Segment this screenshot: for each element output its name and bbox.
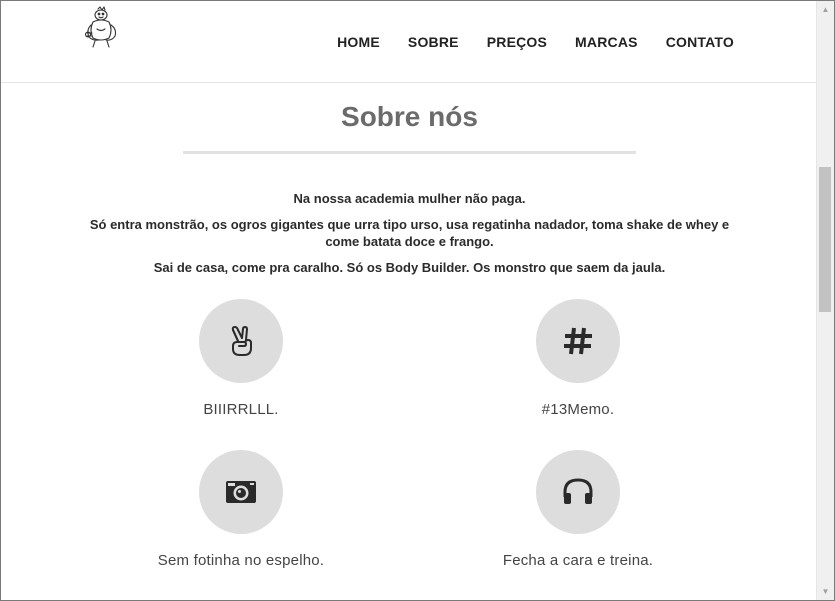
- feature-item: Fecha a cara e treina.: [428, 450, 728, 569]
- icon-circle: [199, 299, 283, 383]
- nav-sobre[interactable]: SOBRE: [408, 34, 459, 50]
- nav-contato[interactable]: CONTATO: [666, 34, 734, 50]
- browser-viewport: HOME SOBRE PREÇOS MARCAS CONTATO Sobre n…: [0, 0, 835, 601]
- vertical-scrollbar[interactable]: ▲ ▼: [816, 1, 834, 600]
- feature-label: Fecha a cara e treina.: [502, 552, 654, 569]
- feature-label: BIIIRRLLL.: [203, 401, 279, 418]
- peace-hand-icon: [231, 326, 252, 356]
- icon-circle: [536, 299, 620, 383]
- intro-paragraph: Sai de casa, come pra caralho. Só os Bod…: [153, 260, 666, 275]
- about-section: Sobre nós Na nossa academia mulher não p…: [1, 83, 818, 600]
- feature-label: #13Memo.: [541, 401, 615, 418]
- section-title: Sobre nós: [341, 101, 478, 132]
- feature-item: BIIIRRLLL.: [91, 299, 391, 418]
- scrollbar-thumb[interactable]: [819, 167, 831, 312]
- gym-mascot-logo[interactable]: [83, 5, 121, 49]
- nav-marcas[interactable]: MARCAS: [575, 34, 638, 50]
- hashtag-icon: [564, 327, 592, 355]
- scroll-down-arrow-icon[interactable]: ▼: [817, 583, 834, 600]
- intro-paragraph: Na nossa academia mulher não paga.: [293, 191, 526, 206]
- intro-paragraph: Só entra monstrão, os ogros gigantes que…: [89, 217, 730, 249]
- nav-home[interactable]: HOME: [337, 34, 380, 50]
- headphones-icon: [563, 478, 593, 504]
- feature-item: Sem fotinha no espelho.: [91, 450, 391, 569]
- camera-icon: [226, 481, 256, 503]
- icon-circle: [199, 450, 283, 534]
- site-header: HOME SOBRE PREÇOS MARCAS CONTATO: [1, 1, 818, 83]
- nav-precos[interactable]: PREÇOS: [487, 34, 547, 50]
- icon-circle: [536, 450, 620, 534]
- title-divider: [183, 151, 636, 154]
- scroll-up-arrow-icon[interactable]: ▲: [817, 1, 834, 18]
- feature-label: Sem fotinha no espelho.: [157, 552, 325, 569]
- main-nav: HOME SOBRE PREÇOS MARCAS CONTATO: [309, 34, 734, 50]
- feature-item: #13Memo.: [428, 299, 728, 418]
